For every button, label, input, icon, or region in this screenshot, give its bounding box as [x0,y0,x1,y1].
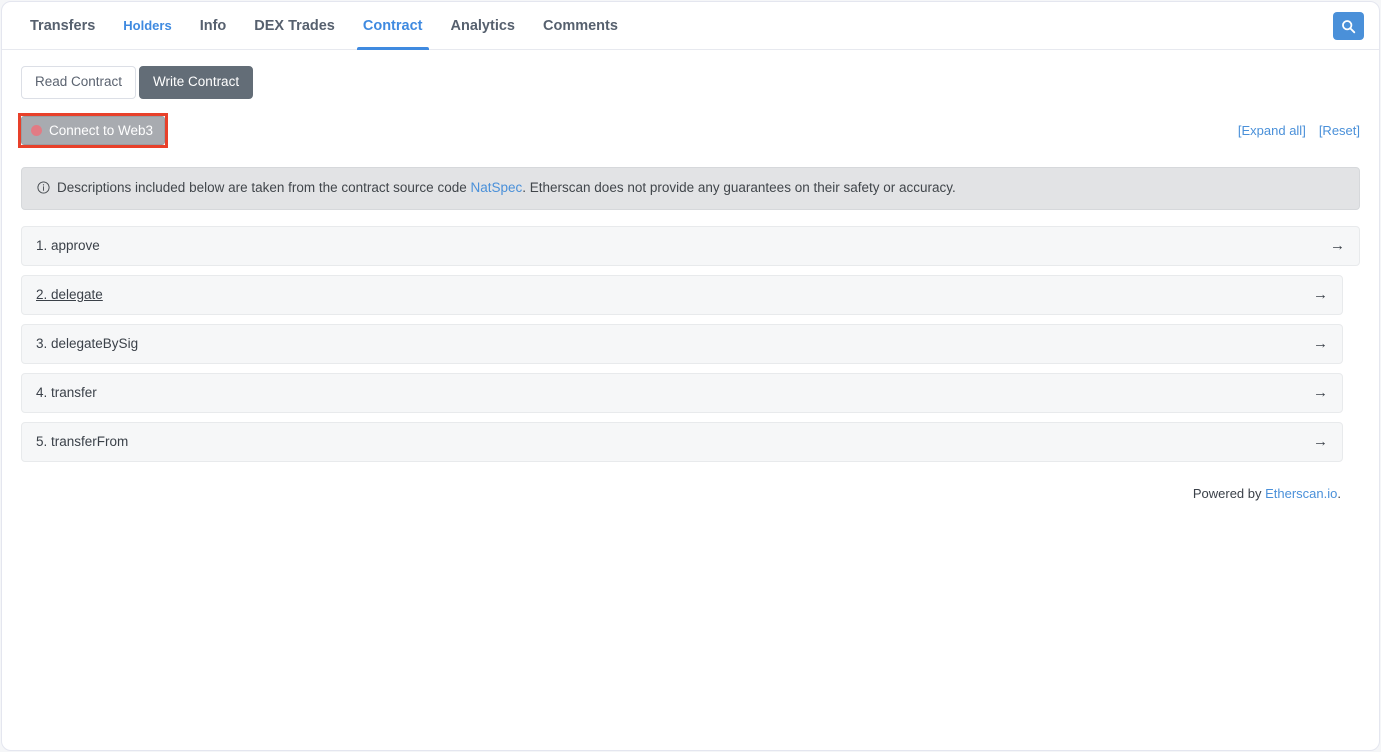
nav-tab-analytics[interactable]: Analytics [437,2,529,50]
nav-tab-holders[interactable]: Holders [109,2,185,50]
arrow-right-icon: → [1313,335,1328,353]
notice-text-before: Descriptions included below are taken fr… [57,179,467,195]
natspec-notice: Descriptions included below are taken fr… [21,166,1360,210]
footer-text-before: Powered by [1192,485,1266,501]
nav-tab-info[interactable]: Info [186,2,241,50]
etherscan-link[interactable]: Etherscan.io [1265,486,1337,501]
connect-and-actions-row: Connect to Web3 [Expand all] [Reset] [17,113,1360,149]
footer-text-after: . [1337,485,1341,501]
navbar: Transfers Holders Info DEX Trades Contra… [2,2,1379,50]
search-button[interactable] [1333,12,1364,40]
natspec-link[interactable]: NatSpec [470,180,522,195]
arrow-right-icon: → [1313,286,1328,304]
function-row-transferfrom[interactable]: 5. transferFrom → [21,421,1343,462]
nav-tab-dex-trades[interactable]: DEX Trades [240,2,349,50]
contract-content: Read Contract Write Contract Connect to … [2,50,1379,501]
expand-all-link[interactable]: [Expand all] [1238,123,1306,138]
search-icon [1341,19,1356,34]
write-contract-button[interactable]: Write Contract [139,66,254,99]
read-contract-button[interactable]: Read Contract [21,66,137,99]
connect-to-web3-label: Connect to Web3 [49,123,154,139]
function-row-approve[interactable]: 1. approve → [21,225,1360,266]
contract-panel-card: Transfers Holders Info DEX Trades Contra… [1,1,1380,751]
connect-to-web3-highlight: Connect to Web3 [17,113,169,149]
nav-tab-list: Transfers Holders Info DEX Trades Contra… [16,2,632,50]
nav-tab-transfers[interactable]: Transfers [16,2,109,50]
connect-to-web3-button[interactable]: Connect to Web3 [21,116,166,146]
contract-mode-button-group: Read Contract Write Contract [21,66,1360,99]
info-circle-icon [37,181,50,197]
nav-tab-comments[interactable]: Comments [529,2,632,50]
arrow-right-icon: → [1313,433,1328,451]
function-row-delegatebysig[interactable]: 3. delegateBySig → [21,323,1343,364]
function-label: 1. approve [36,238,100,254]
function-label: 5. transferFrom [36,434,129,450]
function-row-delegate[interactable]: 2. delegate → [21,274,1343,315]
status-dot-icon [31,125,42,137]
function-row-transfer[interactable]: 4. transfer → [21,372,1343,413]
reset-link[interactable]: [Reset] [1319,123,1360,138]
function-label: 3. delegateBySig [36,336,139,352]
nav-tab-contract[interactable]: Contract [349,2,437,50]
row-actions: [Expand all] [Reset] [1238,123,1360,138]
powered-by-footer: Powered by Etherscan.io. [21,462,1360,501]
arrow-right-icon: → [1330,237,1345,255]
function-label: 4. transfer [36,385,97,401]
function-label: 2. delegate [36,287,103,303]
write-function-list: 1. approve → 2. delegate → 3. delegateBy… [21,225,1360,462]
natspec-notice-text: Descriptions included below are taken fr… [57,180,956,195]
arrow-right-icon: → [1313,384,1328,402]
notice-text-after: . Etherscan does not provide any guarant… [522,179,956,195]
